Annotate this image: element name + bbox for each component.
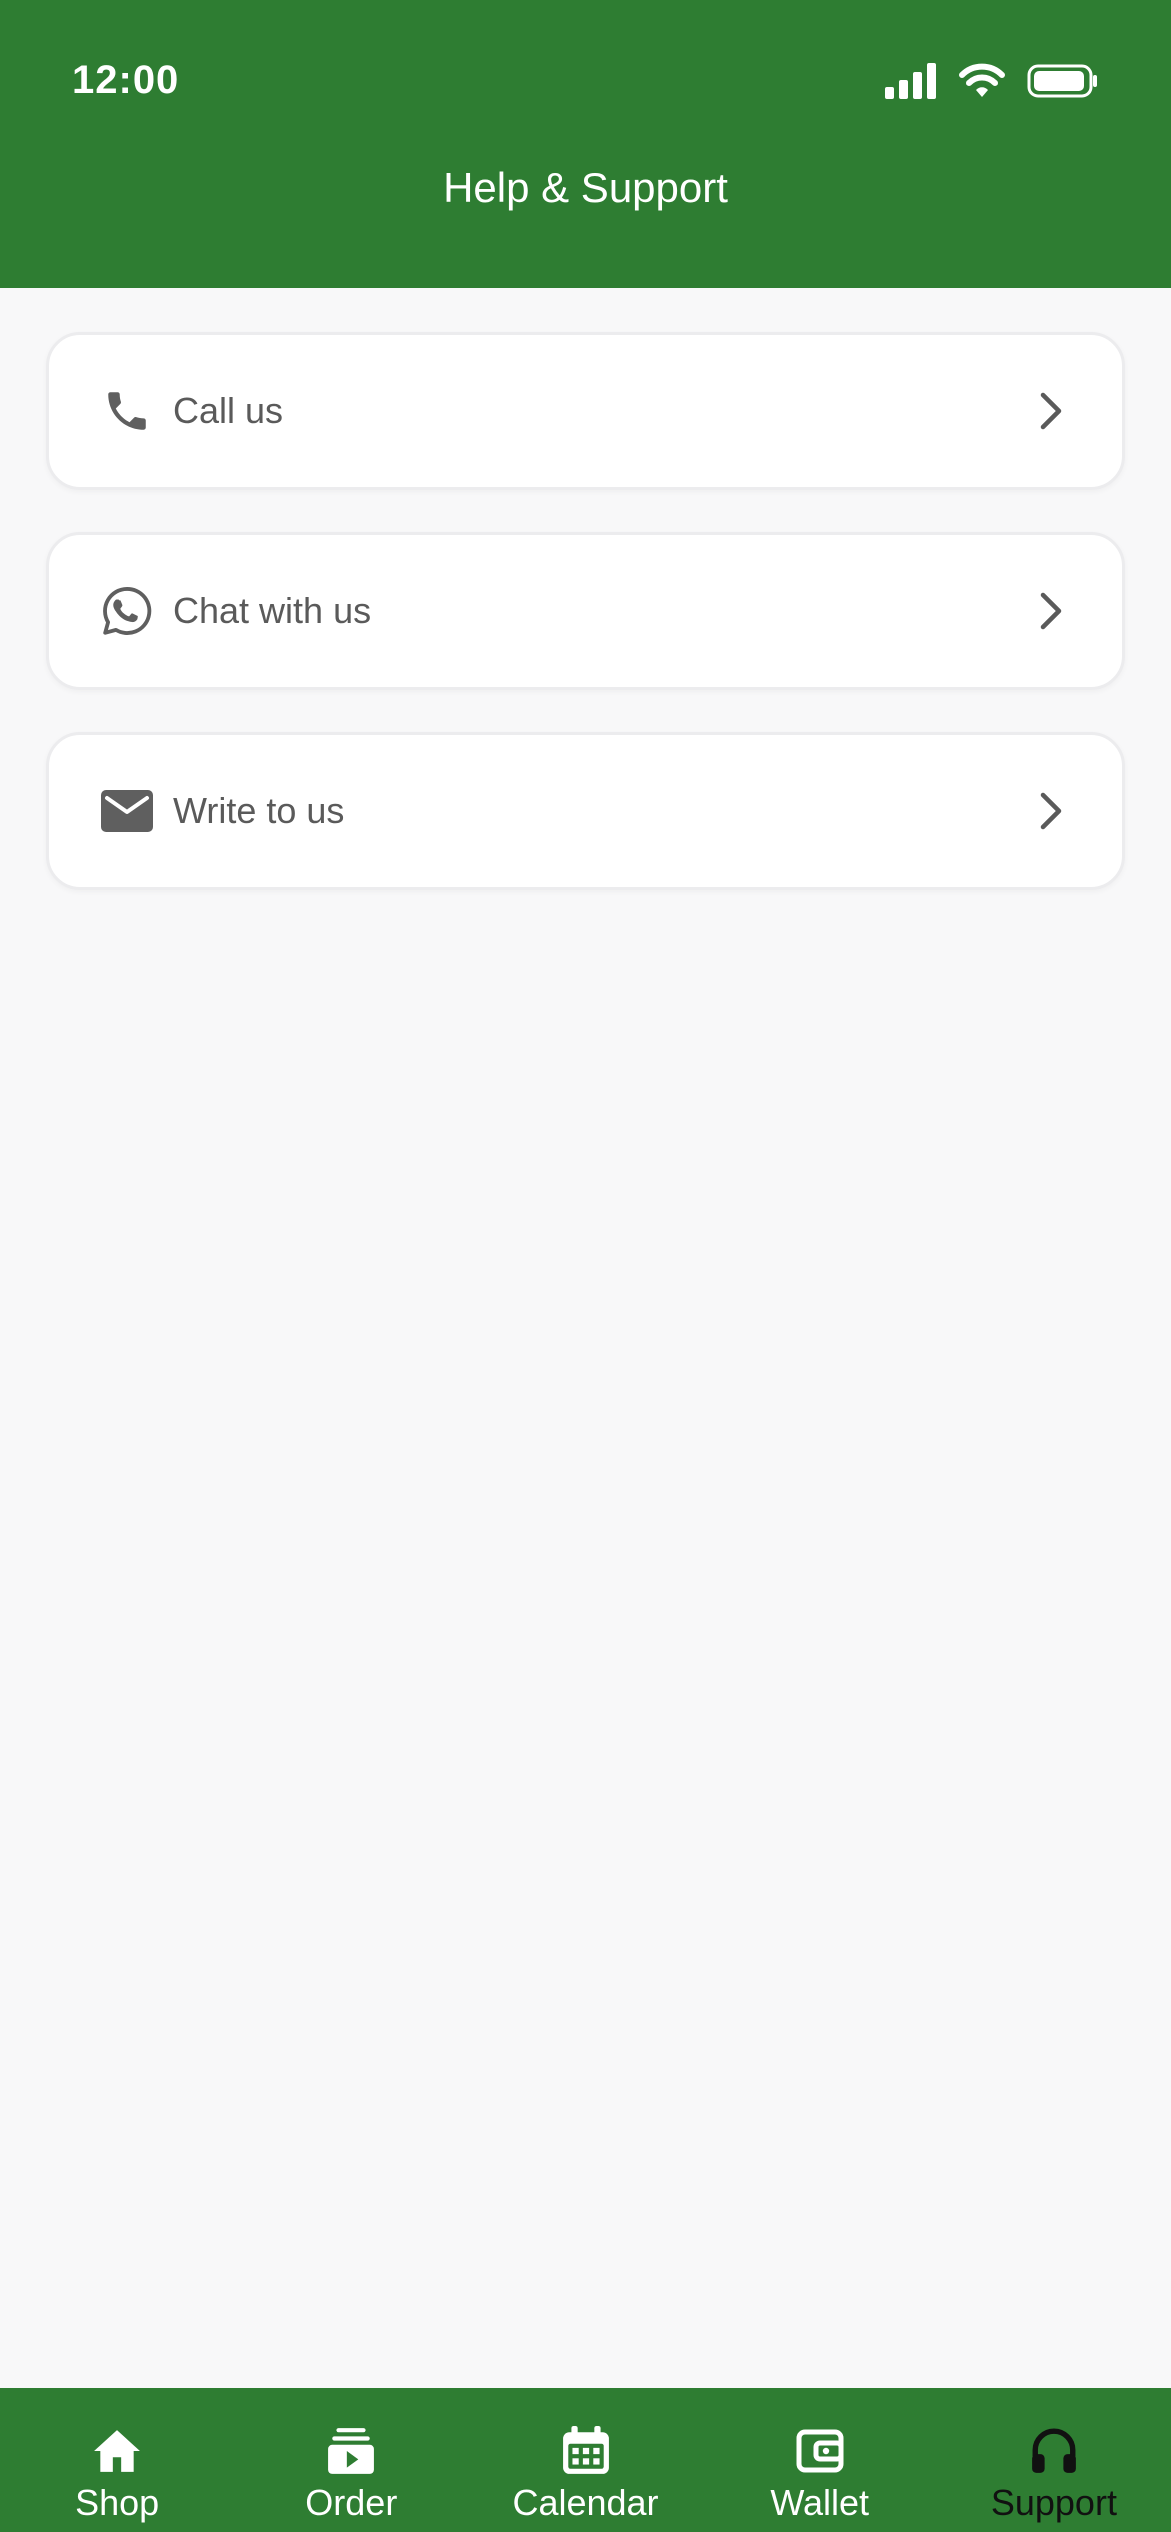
write-to-us-option[interactable]: Write to us xyxy=(46,732,1125,890)
nav-item-shop[interactable]: Shop xyxy=(0,2388,234,2532)
wallet-icon xyxy=(795,2426,845,2476)
order-icon xyxy=(326,2426,376,2476)
nav-item-wallet[interactable]: Wallet xyxy=(703,2388,937,2532)
nav-label-order: Order xyxy=(305,2482,398,2523)
bottom-navigation: Shop Order Calendar Wallet Support xyxy=(0,2388,1171,2532)
nav-item-calendar[interactable]: Calendar xyxy=(468,2388,702,2532)
calendar-icon xyxy=(561,2426,611,2476)
headphones-icon xyxy=(1029,2426,1079,2476)
write-to-us-label: Write to us xyxy=(173,790,345,831)
wifi-icon xyxy=(959,63,1005,99)
chevron-right-icon xyxy=(1034,389,1068,433)
nav-item-order[interactable]: Order xyxy=(234,2388,468,2532)
page-title: Help & Support xyxy=(443,164,728,211)
chevron-right-icon xyxy=(1034,589,1068,633)
battery-icon xyxy=(1027,63,1099,99)
nav-label-calendar: Calendar xyxy=(512,2482,659,2523)
nav-item-support[interactable]: Support xyxy=(937,2388,1171,2532)
call-us-option[interactable]: Call us xyxy=(46,332,1125,490)
app-header: 12:00 Help & Support xyxy=(0,0,1171,288)
call-us-label: Call us xyxy=(173,390,284,431)
mail-icon xyxy=(99,783,155,839)
chat-with-us-label: Chat with us xyxy=(173,590,372,631)
nav-label-wallet: Wallet xyxy=(770,2482,870,2523)
status-time: 12:00 xyxy=(72,58,180,102)
whatsapp-icon xyxy=(99,583,155,639)
phone-icon xyxy=(99,383,155,439)
help-support-screen: 12:00 Help & Support Call us Chat with u… xyxy=(0,0,1171,2532)
status-icons xyxy=(885,58,1099,104)
chat-with-us-option[interactable]: Chat with us xyxy=(46,532,1125,690)
home-icon xyxy=(92,2426,142,2476)
support-options-list: Call us Chat with us Write to us xyxy=(46,332,1125,932)
signal-icon xyxy=(885,63,937,99)
nav-label-shop: Shop xyxy=(75,2482,160,2523)
chevron-right-icon xyxy=(1034,789,1068,833)
nav-label-support: Support xyxy=(990,2482,1117,2523)
